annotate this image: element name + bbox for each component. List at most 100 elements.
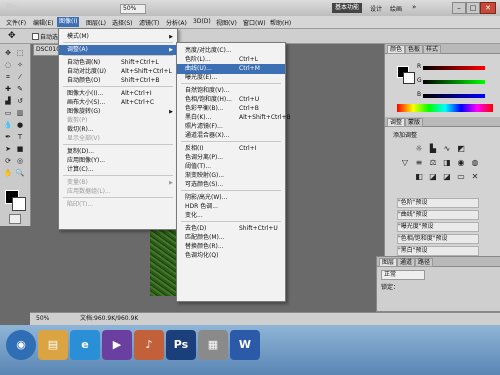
menu-item[interactable]: 变化... (177, 211, 285, 221)
workspace-paint-button[interactable]: 绘画 (390, 4, 402, 13)
preset-levels[interactable]: "色阶"预设 (397, 198, 479, 208)
red-slider[interactable] (423, 66, 485, 70)
tab-channels[interactable]: 通道 (397, 258, 416, 267)
hue-sat-icon[interactable]: ≡ (413, 158, 425, 168)
menu-help[interactable]: 帮助(H) (270, 18, 291, 27)
menu-item[interactable]: 模式(M) ▶ (59, 32, 177, 42)
menu-item[interactable]: 色调均化(Q) (177, 251, 285, 261)
menu-filter[interactable]: 滤镜(T) (139, 18, 159, 27)
color-label-r: R (417, 63, 422, 70)
maximize-button[interactable]: □ (466, 2, 480, 14)
curves-icon[interactable]: ∿ (441, 144, 453, 154)
preset-curves[interactable]: "曲线"预设 (397, 210, 479, 220)
history-brush-icon[interactable]: ↺ (15, 96, 25, 106)
photo-filter-icon[interactable]: ◉ (455, 158, 467, 168)
move-tool-icon[interactable]: ✥ (8, 31, 16, 41)
tab-styles[interactable]: 样式 (423, 45, 442, 54)
pen-icon[interactable]: ✒ (3, 132, 13, 142)
minimize-button[interactable]: – (452, 2, 466, 14)
exposure-icon[interactable]: ◩ (455, 144, 467, 154)
lock-label: 锁定： (381, 284, 400, 291)
shape-icon[interactable]: ■ (15, 144, 25, 154)
taskbar-docs-icon[interactable]: ▦ (198, 330, 228, 360)
hand-icon[interactable]: ✋ (3, 168, 13, 178)
move-icon[interactable]: ✥ (3, 48, 13, 58)
menu-item[interactable]: 计算(C)... (59, 165, 177, 175)
more-workspaces-button[interactable]: » (412, 3, 416, 11)
blue-slider[interactable] (423, 94, 485, 98)
menu-layer[interactable]: 图层(L) (86, 18, 106, 27)
gradient-map-icon[interactable]: ▭ (455, 172, 467, 182)
gradient-icon[interactable]: ▥ (15, 108, 25, 118)
quick-mask-icon[interactable] (9, 214, 21, 224)
menu-3d[interactable]: 3D(D) (193, 18, 211, 25)
preset-exposure[interactable]: "曝光度"预设 (397, 222, 479, 232)
blend-mode-select[interactable]: 正常 (381, 270, 425, 280)
menu-analysis[interactable]: 分析(A) (166, 18, 187, 27)
auto-select-checkbox[interactable] (32, 33, 39, 40)
adjust-panel-header: 调整 蒙版 (385, 117, 500, 127)
menu-item[interactable]: 调整(A) ▶ (59, 45, 177, 55)
blur-icon[interactable]: 💧 (3, 120, 13, 130)
menu-window[interactable]: 窗口(W) (243, 18, 266, 27)
taskbar-word-icon[interactable]: W (230, 330, 260, 360)
panel-bg-swatch[interactable] (403, 72, 415, 84)
color-label-g: G (417, 77, 422, 84)
tab-masks[interactable]: 蒙版 (405, 118, 424, 127)
preset-hue-saturation[interactable]: "色相/饱和度"预设 (397, 234, 479, 244)
menu-image[interactable]: 图像(I) (57, 17, 80, 27)
green-slider[interactable] (423, 80, 485, 84)
menu-view[interactable]: 视图(V) (216, 18, 237, 27)
workspace-design-button[interactable]: 设计 (370, 4, 382, 13)
zoom-icon[interactable]: 🔍 (15, 168, 25, 178)
marquee-icon[interactable]: ⬚ (15, 48, 25, 58)
3d-orbit-icon[interactable]: ◎ (15, 156, 25, 166)
color-balance-icon[interactable]: ⚖ (427, 158, 439, 168)
tab-layers[interactable]: 图层 (379, 258, 398, 267)
path-select-icon[interactable]: ➤ (3, 144, 13, 154)
taskbar-photoshop-icon[interactable]: Ps (166, 330, 196, 360)
eraser-icon[interactable]: ▭ (3, 108, 13, 118)
tab-swatches[interactable]: 色板 (405, 45, 424, 54)
taskbar-media-icon[interactable]: ▶ (102, 330, 132, 360)
menu-select[interactable]: 选择(S) (112, 18, 133, 27)
color-spectrum[interactable] (397, 104, 493, 112)
tab-adjustments[interactable]: 调整 (387, 118, 406, 127)
healing-icon[interactable]: ✚ (3, 84, 13, 94)
preset-black-white[interactable]: "黑白"预设 (397, 246, 479, 256)
vibrance-icon[interactable]: ▽ (399, 158, 411, 168)
eyedropper-icon[interactable]: ⁄ (15, 72, 25, 82)
menu-item[interactable]: 曝光度(E)... (177, 73, 285, 83)
brightness-icon[interactable]: ☼ (413, 144, 425, 154)
magic-wand-icon[interactable]: ✧ (15, 60, 25, 70)
3d-rotate-icon[interactable]: ⟳ (3, 156, 13, 166)
background-color-swatch[interactable] (12, 197, 26, 211)
menu-item[interactable]: 自动颜色(O) Shift+Ctrl+B (59, 76, 177, 86)
tab-color[interactable]: 颜色 (387, 45, 406, 54)
brush-icon[interactable]: ✎ (15, 84, 25, 94)
selective-color-icon[interactable]: ✕ (469, 172, 481, 182)
channel-mixer-icon[interactable]: ◍ (469, 158, 481, 168)
threshold-icon[interactable]: ◪ (441, 172, 453, 182)
taskbar-music-icon[interactable]: ♪ (134, 330, 164, 360)
zoom-dropdown[interactable]: 50% (120, 4, 146, 14)
taskbar-start-orb-icon[interactable]: ◉ (6, 330, 36, 360)
stamp-icon[interactable]: ▟ (3, 96, 13, 106)
invert-icon[interactable]: ◧ (413, 172, 425, 182)
menu-edit[interactable]: 编辑(E) (33, 18, 53, 27)
posterize-icon[interactable]: ◪ (427, 172, 439, 182)
lasso-icon[interactable]: ◌ (3, 60, 13, 70)
crop-icon[interactable]: ⌗ (3, 72, 13, 82)
tab-paths[interactable]: 路径 (415, 258, 434, 267)
dodge-icon[interactable]: ● (15, 120, 25, 130)
type-icon[interactable]: T (15, 132, 25, 142)
menu-item[interactable]: 可选颜色(S)... (177, 180, 285, 190)
taskbar-ie-icon[interactable]: e (70, 330, 100, 360)
levels-icon[interactable]: ▙ (427, 144, 439, 154)
workspace-basic-button[interactable]: 基本功能 (332, 3, 362, 13)
menu-item[interactable]: 通道混合器(X)... (177, 131, 285, 141)
black-white-icon[interactable]: ◨ (441, 158, 453, 168)
menu-file[interactable]: 文件(F) (6, 18, 26, 27)
close-button[interactable]: ✕ (480, 2, 496, 14)
taskbar-explorer-icon[interactable]: ▤ (38, 330, 68, 360)
